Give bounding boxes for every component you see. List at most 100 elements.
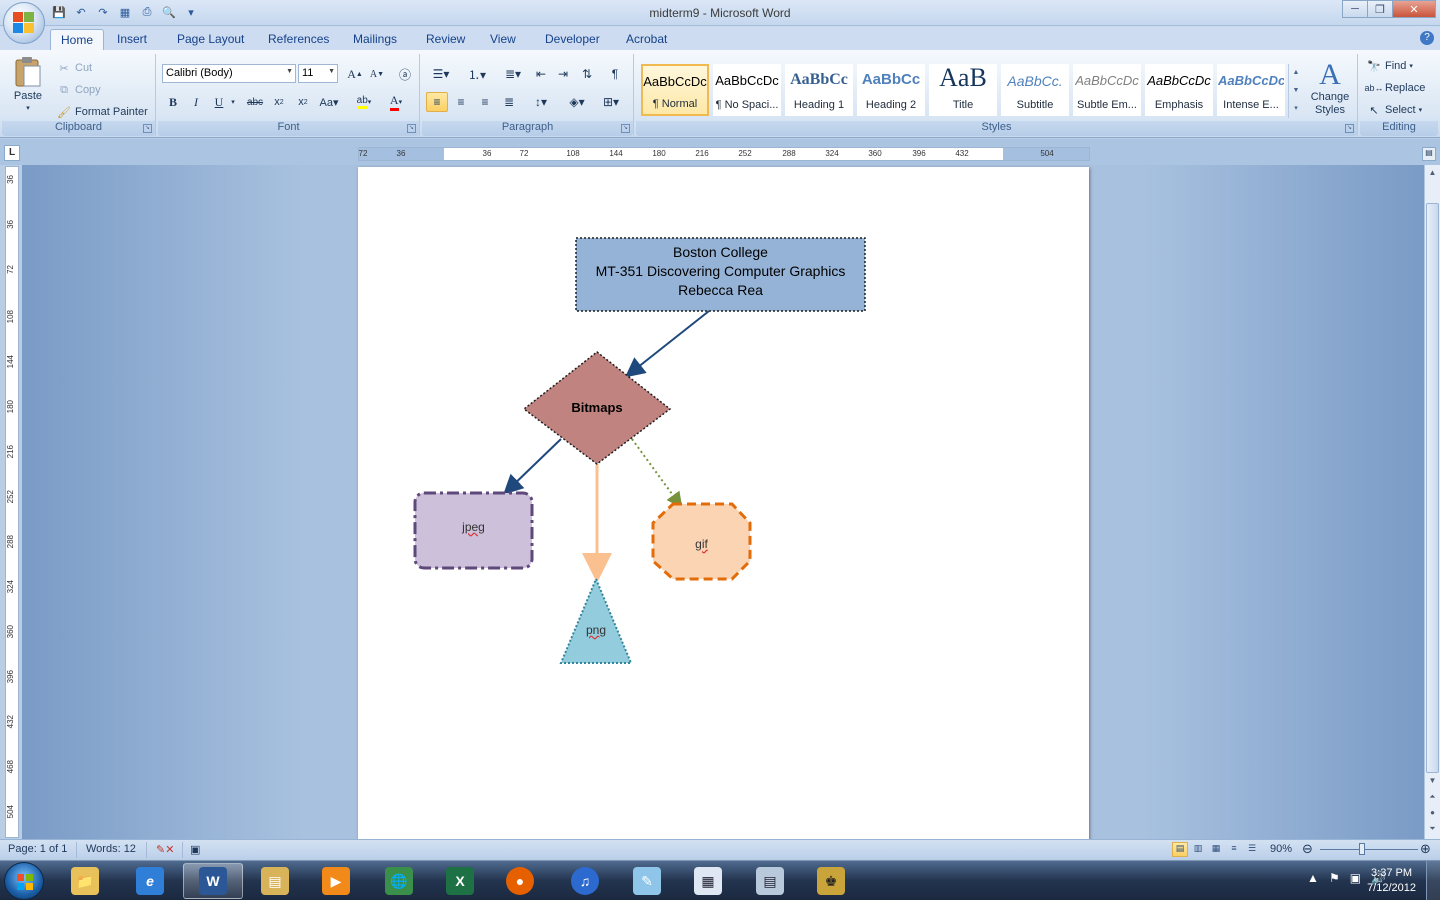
superscript-icon[interactable]: x2: [292, 92, 314, 112]
format-painter-button[interactable]: 🖌 Format Painter: [56, 104, 148, 120]
style-normal[interactable]: AaBbCcDc ¶ Normal: [641, 64, 709, 116]
style-intense-emphasis[interactable]: AaBbCcDc Intense E...: [1217, 64, 1285, 116]
zoom-slider[interactable]: [1320, 849, 1418, 850]
strikethrough-icon[interactable]: abc: [244, 92, 266, 112]
next-page-icon[interactable]: ⏷: [1425, 821, 1440, 836]
paste-dropdown-icon[interactable]: ▾: [26, 104, 30, 112]
change-styles-button[interactable]: A Change Styles: [1308, 60, 1352, 117]
vertical-scrollbar[interactable]: ▲ ▼ ⏶ ● ⏷: [1424, 165, 1440, 839]
network-icon[interactable]: ▣: [1350, 871, 1361, 885]
line-spacing-icon[interactable]: ↕▾: [526, 92, 556, 112]
underline-dropdown-icon[interactable]: ▾: [228, 92, 238, 112]
page-count[interactable]: Page: 1 of 1: [8, 843, 67, 855]
font-size-combo[interactable]: 11 ▼: [298, 64, 338, 83]
view-ruler-icon[interactable]: ▤: [1422, 147, 1436, 161]
scroll-thumb[interactable]: [1426, 203, 1439, 773]
decrease-indent-icon[interactable]: ⇤: [530, 64, 552, 84]
align-left-icon[interactable]: ≡: [426, 92, 448, 112]
action-center-icon[interactable]: ⚑: [1329, 871, 1340, 885]
clipboard-launcher-icon[interactable]: ↘: [143, 124, 152, 133]
scroll-up-icon[interactable]: ▲: [1425, 165, 1440, 180]
tab-view[interactable]: View: [480, 29, 526, 50]
underline-icon[interactable]: U: [208, 92, 230, 112]
align-center-icon[interactable]: ≡: [450, 92, 472, 112]
taskbar-app-notepad[interactable]: ✎: [617, 863, 677, 899]
taskbar-app-explorer[interactable]: 📁: [55, 863, 115, 899]
cut-button[interactable]: ✂ Cut: [56, 60, 92, 76]
borders-icon[interactable]: ⊞▾: [596, 92, 626, 112]
font-launcher-icon[interactable]: ↘: [407, 124, 416, 133]
taskbar-app-excel[interactable]: X: [430, 863, 490, 899]
tab-references[interactable]: References: [258, 29, 339, 50]
increase-indent-icon[interactable]: ⇥: [552, 64, 574, 84]
zoom-out-icon[interactable]: ⊖: [1302, 841, 1313, 857]
font-name-combo[interactable]: Calibri (Body) ▼: [162, 64, 296, 83]
full-screen-reading-icon[interactable]: ▥: [1190, 842, 1206, 857]
taskbar-app-media[interactable]: ▶: [306, 863, 366, 899]
change-case-icon[interactable]: Aa▾: [316, 92, 342, 112]
clear-formatting-icon[interactable]: ⓐ: [394, 64, 416, 84]
draft-view-icon[interactable]: ☰: [1244, 842, 1260, 857]
tab-home[interactable]: Home: [50, 29, 105, 50]
more-styles-icon[interactable]: ▾: [1289, 100, 1303, 118]
taskbar-app-itunes[interactable]: ♫: [555, 863, 615, 899]
shrink-font-icon[interactable]: A ▼: [366, 64, 388, 84]
font-color-button[interactable]: A ▾: [382, 92, 410, 112]
zoom-slider-thumb[interactable]: [1359, 843, 1365, 855]
justify-icon[interactable]: ≣: [498, 92, 520, 112]
scroll-up-icon[interactable]: ▲: [1289, 64, 1303, 82]
style-emphasis[interactable]: AaBbCcDc Emphasis: [1145, 64, 1213, 116]
print-layout-view-icon[interactable]: ▤: [1172, 842, 1188, 857]
show-desktop-button[interactable]: [1426, 861, 1440, 900]
previous-page-icon[interactable]: ⏶: [1425, 789, 1440, 804]
macro-record-icon[interactable]: ▣: [190, 843, 200, 856]
taskbar-app-game[interactable]: ♚: [801, 863, 861, 899]
numbering-icon[interactable]: ⒈▾: [462, 64, 492, 84]
word-count[interactable]: Words: 12: [86, 843, 136, 855]
zoom-level[interactable]: 90%: [1270, 843, 1292, 855]
outline-view-icon[interactable]: ≡: [1226, 842, 1242, 857]
styles-launcher-icon[interactable]: ↘: [1345, 124, 1354, 133]
tab-mailings[interactable]: Mailings: [343, 29, 407, 50]
vertical-ruler[interactable]: 36 36 72 108 144 180 216 252 288 324 360 396 432 468 5…: [5, 166, 19, 838]
style-subtle-emphasis[interactable]: AaBbCcDc Subtle Em...: [1073, 64, 1141, 116]
taskbar-app-calc-grid[interactable]: ▦: [678, 863, 738, 899]
taskbar-app-firefox[interactable]: ●: [490, 863, 550, 899]
tab-page-layout[interactable]: Page Layout: [167, 29, 254, 50]
select-button[interactable]: ↖ Select ▾: [1366, 102, 1422, 118]
pilcrow-icon[interactable]: ¶: [604, 64, 626, 84]
subscript-icon[interactable]: x2: [268, 92, 290, 112]
style-title[interactable]: AaB Title: [929, 63, 997, 116]
web-layout-icon[interactable]: ▦: [1208, 842, 1224, 857]
start-button[interactable]: [4, 862, 44, 900]
highlight-color-button[interactable]: ab ▾: [350, 92, 378, 112]
office-button[interactable]: [3, 2, 45, 44]
style-subtitle[interactable]: AaBbCc. Subtitle: [1001, 64, 1069, 116]
document-page[interactable]: Boston College MT-351 Discovering Comput…: [358, 167, 1089, 839]
arrow-bitmaps-to-jpeg[interactable]: [503, 438, 562, 495]
help-icon[interactable]: ?: [1420, 31, 1434, 45]
italic-icon[interactable]: I: [185, 92, 207, 112]
bullets-icon[interactable]: ☰▾: [426, 64, 456, 84]
maximize-button[interactable]: ❐: [1367, 0, 1393, 18]
paste-button[interactable]: Paste ▾: [8, 56, 48, 118]
taskbar-app-calculator[interactable]: ▤: [740, 863, 800, 899]
png-shape[interactable]: [559, 576, 633, 664]
style-no-spacing[interactable]: AaBbCcDc ¶ No Spaci...: [713, 64, 781, 116]
style-heading-2[interactable]: AaBbCc Heading 2: [857, 64, 925, 116]
arrow-bitmaps-to-gif[interactable]: [631, 438, 683, 509]
align-right-icon[interactable]: ≡: [474, 92, 496, 112]
taskbar-app-ie[interactable]: e: [120, 863, 180, 899]
scroll-down-icon[interactable]: ▼: [1289, 82, 1303, 100]
tab-developer[interactable]: Developer: [535, 29, 610, 50]
tab-review[interactable]: Review: [416, 29, 475, 50]
grow-font-icon[interactable]: A ▲: [344, 64, 366, 84]
taskbar-app-network[interactable]: 🌐: [369, 863, 429, 899]
find-button[interactable]: 🔭 Find ▾: [1366, 58, 1413, 74]
close-button[interactable]: ✕: [1392, 0, 1436, 18]
select-browse-object-icon[interactable]: ●: [1425, 805, 1440, 820]
zoom-in-icon[interactable]: ⊕: [1420, 841, 1431, 857]
taskbar-app-libraries[interactable]: ▤: [245, 863, 305, 899]
paragraph-launcher-icon[interactable]: ↘: [621, 124, 630, 133]
style-heading-1[interactable]: AaBbCc Heading 1: [785, 64, 853, 116]
